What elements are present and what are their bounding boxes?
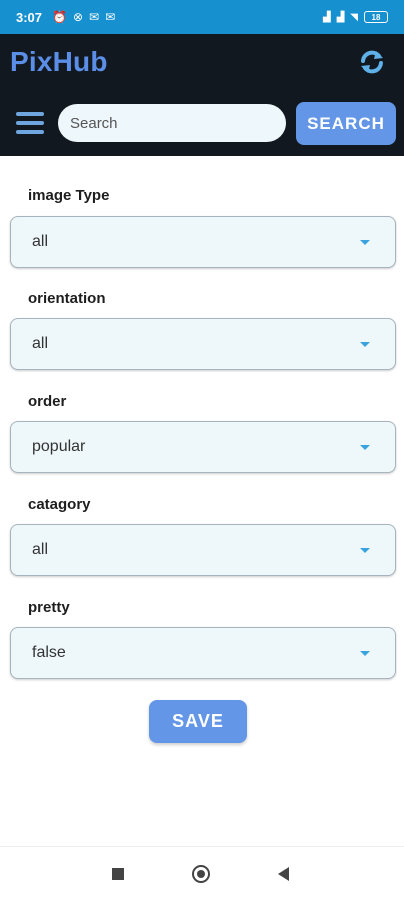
system-nav-bar [0, 846, 404, 900]
status-left-icons: ⏰ ⊗ ✉ ✉ [52, 10, 115, 24]
battery-icon: 18 [364, 11, 388, 23]
status-bar: 3:07 ⏰ ⊗ ✉ ✉ ▟ ▟ ◥ 18 [0, 0, 404, 34]
wifi-icon: ◥ [350, 11, 358, 23]
gmail-icon: ✉ [105, 10, 116, 24]
image-type-value: all [32, 233, 49, 250]
home-icon[interactable] [192, 865, 210, 883]
category-dropdown[interactable]: all [10, 524, 396, 576]
image-type-dropdown[interactable]: all [10, 216, 396, 268]
pretty-value: false [32, 644, 66, 661]
refresh-icon[interactable] [358, 48, 386, 76]
category-value: all [32, 541, 49, 558]
image-type-label: image Type [28, 187, 110, 204]
caret-down-icon [360, 239, 370, 245]
order-dropdown[interactable]: popular [10, 421, 396, 473]
pretty-label: pretty [28, 599, 70, 616]
caret-down-icon [360, 650, 370, 656]
caret-down-icon [360, 444, 370, 450]
sync-status-icon: ⊗ [72, 10, 84, 24]
category-label: catagory [28, 496, 91, 513]
orientation-dropdown[interactable]: all [10, 318, 396, 370]
search-button[interactable]: SEARCH [296, 102, 396, 145]
orientation-value: all [32, 335, 49, 352]
status-time: 3:07 [16, 9, 43, 25]
signal-icon: ▟ [322, 11, 331, 23]
orientation-label: orientation [28, 290, 106, 307]
battery-level: 18 [371, 12, 381, 22]
recents-icon[interactable] [112, 868, 124, 880]
app-header: PixHub SEARCH [0, 34, 404, 156]
search-input[interactable] [58, 104, 286, 142]
back-icon[interactable] [278, 867, 289, 881]
alarm-icon: ⏰ [52, 10, 67, 24]
order-label: order [28, 393, 67, 410]
signal-icon: ▟ [336, 11, 345, 23]
menu-icon[interactable] [16, 112, 44, 136]
order-value: popular [32, 438, 86, 455]
pretty-dropdown[interactable]: false [10, 627, 396, 679]
status-right-icons: ▟ ▟ ◥ 18 [323, 11, 388, 23]
gmail-icon: ✉ [89, 10, 100, 24]
caret-down-icon [360, 547, 370, 553]
save-button[interactable]: SAVE [149, 700, 247, 743]
caret-down-icon [360, 341, 370, 347]
app-title: PixHub [10, 46, 108, 77]
